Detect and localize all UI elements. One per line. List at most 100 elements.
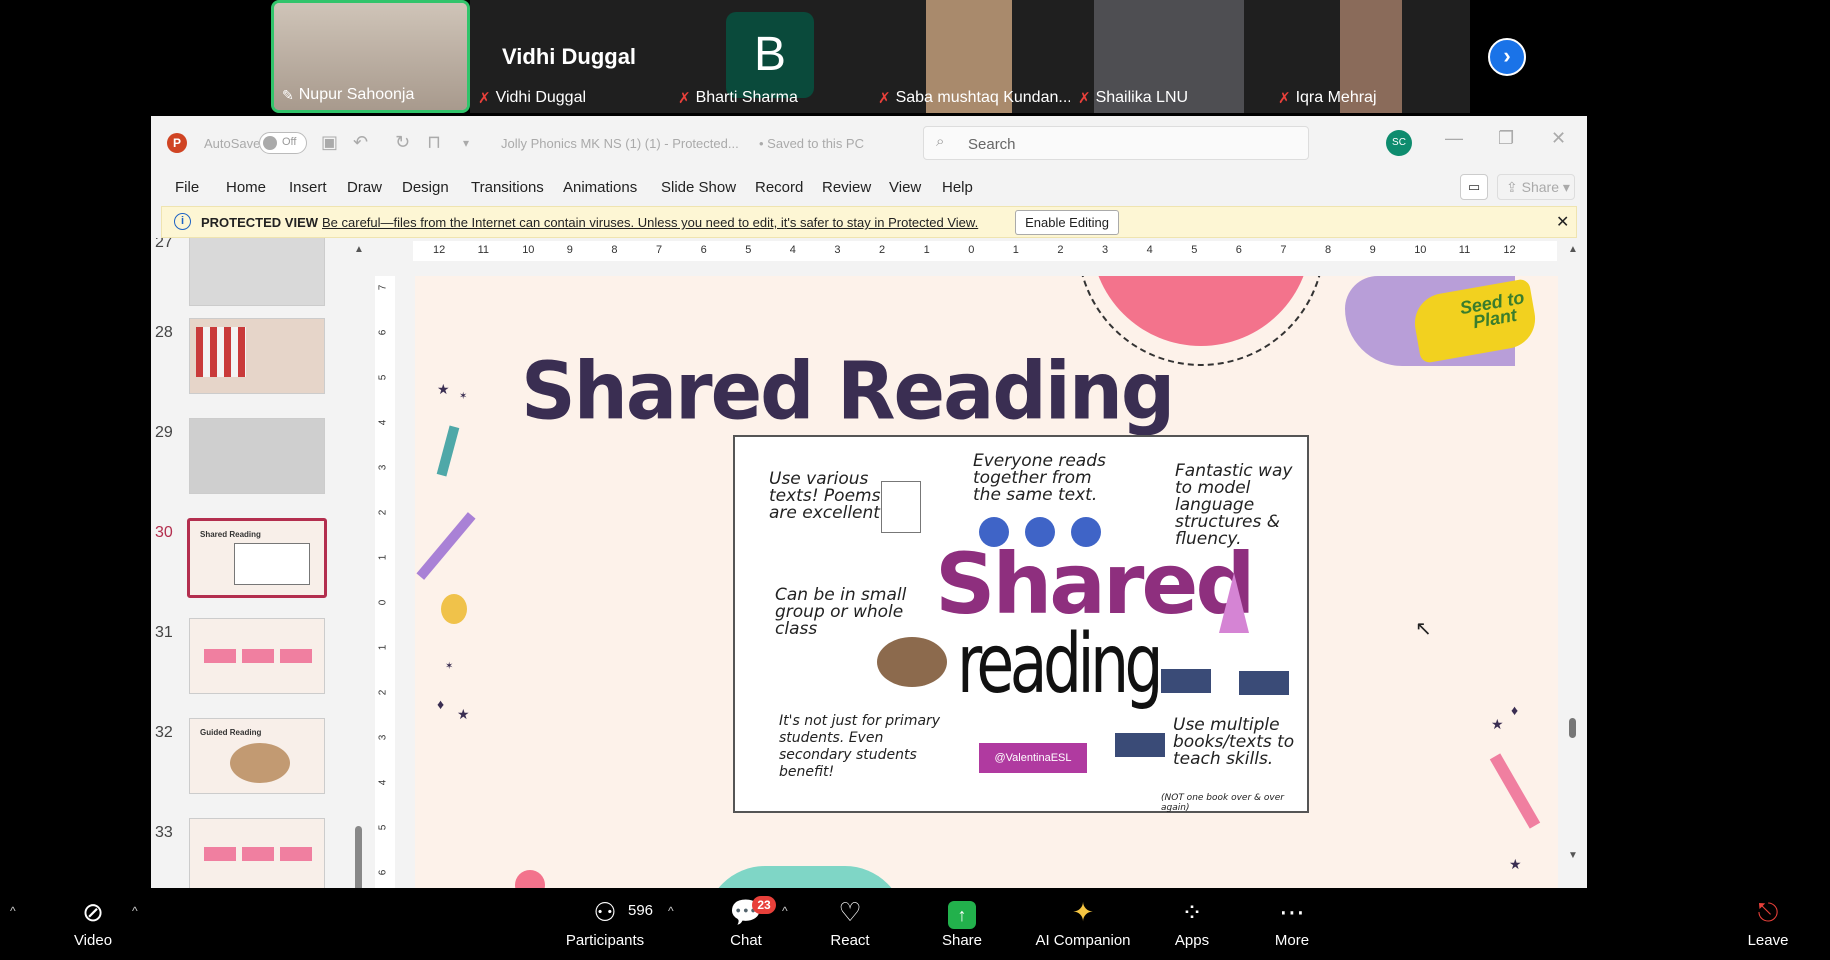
slide-thumbnail[interactable]: Guided Reading <box>189 718 325 794</box>
search-box[interactable]: ⌕ Search <box>923 126 1309 160</box>
autosave-toggle[interactable]: Off <box>259 132 307 154</box>
mic-muted-icon: ✗ <box>1278 90 1291 107</box>
pin-icon: ✎ <box>282 86 294 103</box>
account-avatar[interactable]: SC <box>1386 130 1412 156</box>
apps-button[interactable]: ⁘ Apps <box>1162 888 1222 960</box>
slide-thumbnail[interactable] <box>189 318 325 394</box>
react-button[interactable]: ♡ React <box>820 888 880 960</box>
participant-tile[interactable]: ✗ Iqra Mehraj <box>1270 0 1470 113</box>
react-label: React <box>830 932 870 949</box>
note-text: Use various texts! Poems are excellent! <box>769 469 887 523</box>
decorative-blob <box>705 866 905 888</box>
participant-tile[interactable]: Vidhi Duggal ✗ Vidhi Duggal <box>470 0 670 113</box>
slide-thumbnail[interactable] <box>189 418 325 494</box>
slide-scrollbar[interactable]: ▲ ▼ <box>1565 238 1581 888</box>
video-label: Video <box>73 932 113 949</box>
scroll-thumb[interactable] <box>1569 718 1576 738</box>
scroll-down-icon[interactable]: ▼ <box>1568 850 1578 861</box>
scroll-up-icon[interactable]: ▲ <box>354 244 364 255</box>
slide-thumbnail[interactable] <box>189 618 325 694</box>
tab-slide-show[interactable]: Slide Show <box>661 179 736 196</box>
participants-button[interactable]: ⚇ Participants <box>560 888 650 960</box>
shared-reading-infographic[interactable]: Use various texts! Poems are excellent! … <box>733 435 1309 813</box>
save-icon[interactable]: ▣ <box>321 132 338 153</box>
lightbulb-icon <box>441 594 467 624</box>
slide-thumbnail-selected[interactable]: Shared Reading <box>187 518 327 598</box>
star-icon: ✶ <box>445 661 454 672</box>
enable-editing-button[interactable]: Enable Editing <box>1015 210 1119 235</box>
slide-canvas[interactable]: Seed to Plant Shared Reading ★ ✶ ✶ ♦ ★ ★… <box>415 276 1558 888</box>
powerpoint-logo-icon: P <box>167 133 187 153</box>
minimize-icon[interactable]: — <box>1445 128 1463 149</box>
share-label: Share <box>1521 179 1559 195</box>
tab-transitions[interactable]: Transitions <box>471 179 544 196</box>
leave-label: Leave <box>1747 932 1789 949</box>
protected-view-message[interactable]: Be careful—files from the Internet can c… <box>322 215 978 230</box>
tab-home[interactable]: Home <box>226 179 266 196</box>
ruler-tick-label: 2 <box>377 509 389 516</box>
slide-thumbnail[interactable] <box>189 818 325 888</box>
vertical-ruler: 7 6 5 4 3 2 1 0 1 2 3 4 5 6 <box>375 276 395 888</box>
tab-draw[interactable]: Draw <box>347 179 382 196</box>
info-icon: i <box>174 213 191 230</box>
scroll-up-icon[interactable]: ▲ <box>1568 244 1578 255</box>
tab-review[interactable]: Review <box>822 179 871 196</box>
slide-number: 31 <box>155 624 173 641</box>
paper-icon <box>881 481 921 533</box>
tab-record[interactable]: Record <box>755 179 803 196</box>
thumbnail-box <box>204 847 236 861</box>
mic-muted-icon: ✗ <box>1078 90 1091 107</box>
tab-animations[interactable]: Animations <box>563 179 637 196</box>
next-participants-button[interactable]: › <box>1488 38 1526 76</box>
slide-number: 32 <box>155 724 173 741</box>
chat-label: Chat <box>730 932 762 949</box>
undo-icon[interactable]: ↶ <box>353 132 368 153</box>
participant-name: Bharti Sharma <box>695 89 798 106</box>
present-icon[interactable]: ⊓ <box>427 132 441 153</box>
thumbnail-scrollbar[interactable]: ▲ <box>352 238 366 934</box>
participant-tile[interactable]: B ✗ Bharti Sharma <box>670 0 870 113</box>
pencil-icon <box>416 512 476 580</box>
comment-button[interactable]: ▭ <box>1460 174 1488 200</box>
participant-initial: B <box>726 12 814 98</box>
video-off-icon: ⊘ <box>82 897 104 927</box>
tab-design[interactable]: Design <box>402 179 449 196</box>
ruler-tick-label: 1 <box>1012 244 1019 256</box>
participant-tile[interactable]: ✗ Shailika LNU <box>1070 0 1270 113</box>
ruler-tick-label: 5 <box>377 824 389 831</box>
more-button[interactable]: ⋯ More <box>1262 888 1322 960</box>
chat-caret-icon[interactable]: ^ <box>782 904 788 918</box>
customize-quick-access-icon[interactable]: ▾ <box>463 136 469 150</box>
redo-icon[interactable]: ↻ <box>395 132 410 153</box>
autosave-label: AutoSave <box>204 136 261 151</box>
horizontal-ruler: 12 11 10 9 8 7 6 5 4 3 2 1 0 1 2 3 4 5 6 7 8 9 10 11 12 <box>413 241 1557 261</box>
video-button[interactable]: ⊘ Video <box>58 888 128 960</box>
ruler-tick-label: 12 <box>1503 244 1516 256</box>
slide-title[interactable]: Shared Reading <box>521 344 1175 437</box>
share-screen-label: Share <box>941 932 983 949</box>
leave-button[interactable]: ⎋ Leave <box>1738 888 1798 960</box>
participant-name: Iqra Mehraj <box>1295 89 1377 106</box>
slide-thumbnail[interactable] <box>189 238 325 306</box>
options-caret-icon[interactable]: ^ <box>10 904 16 918</box>
share-screen-icon: ↑ <box>948 901 976 929</box>
participant-count: 596 <box>628 902 654 919</box>
tab-help[interactable]: Help <box>942 179 973 196</box>
close-bar-icon[interactable]: ✕ <box>1556 212 1569 232</box>
video-options-caret-icon[interactable]: ^ <box>132 904 138 918</box>
ai-companion-button[interactable]: ✦ AI Companion <box>1030 888 1136 960</box>
participant-tile[interactable]: ✗ Saba mushtaq Kundan... <box>870 0 1070 113</box>
restore-icon[interactable]: ❐ <box>1498 128 1514 149</box>
tab-insert[interactable]: Insert <box>289 179 327 196</box>
tab-file[interactable]: File <box>175 179 199 196</box>
share-button[interactable]: ⇪ Share ▾ <box>1497 174 1575 200</box>
participant-tile[interactable]: ✎ Nupur Sahoonja <box>271 0 470 113</box>
close-icon[interactable]: ✕ <box>1551 128 1566 149</box>
ruler-tick-label: 3 <box>377 734 389 741</box>
star-icon: ♦ <box>1511 702 1519 718</box>
ruler-tick-label: 11 <box>477 244 490 256</box>
participants-caret-icon[interactable]: ^ <box>668 904 674 918</box>
tab-view[interactable]: View <box>889 179 921 196</box>
star-icon: ♦ <box>437 696 445 712</box>
share-screen-button[interactable]: ↑ Share <box>932 888 992 960</box>
